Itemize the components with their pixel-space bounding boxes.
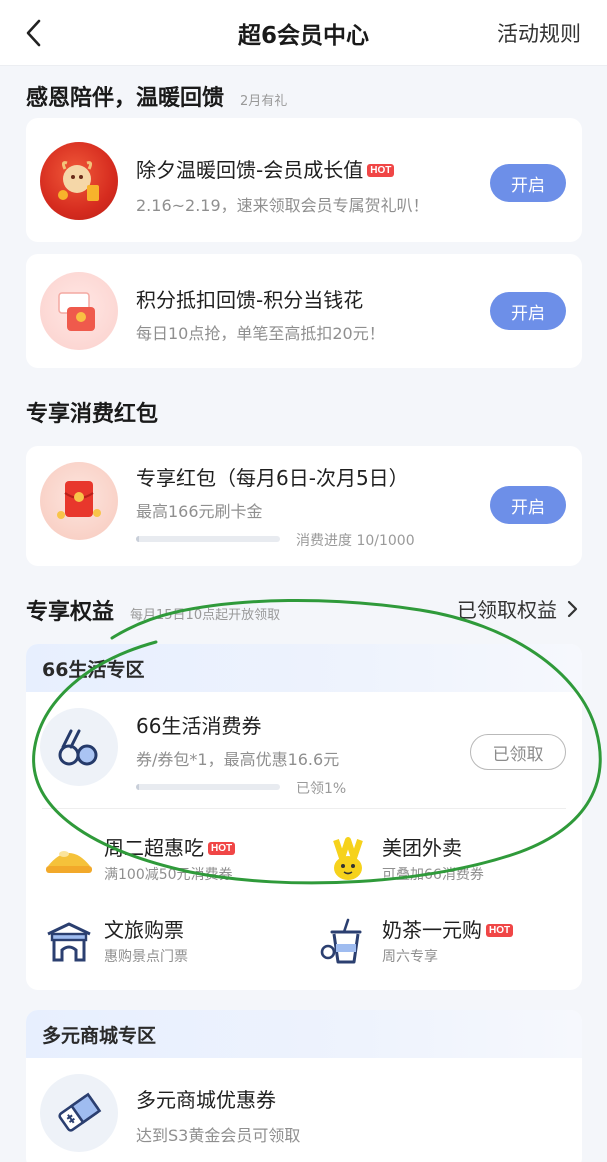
grid-item-title: 周二超惠吃 HOT [104,832,236,861]
open-button[interactable]: 开启 [490,486,566,524]
divider [42,808,566,809]
mall-zone-card: 多元商城专区 多元商城优惠券 达到S3黄金会员可领取 [26,1010,582,1162]
section-subtitle: 2月有礼 [240,94,288,109]
open-button[interactable]: 开启 [490,164,566,202]
food-icon [46,851,92,873]
grid-item-travel-tickets[interactable]: 文旅购票 惠购景点门票 [42,914,302,974]
hot-badge: HOT [208,842,236,855]
grid-item-sub: 惠购景点门票 [104,949,188,965]
milk-tea-icon [320,918,362,964]
coupon-desc: 券/券包*1，最高优惠16.6元 [136,750,340,769]
claimed-button[interactable]: 已领取 [470,734,566,770]
life-66-icon [40,708,118,786]
red-packet-title: 专享红包（每月6日-次月5日） [136,466,409,490]
benefit-card-points: 积分抵扣回馈-积分当钱花 每日10点抢，单笔至高抵扣20元！ 开启 [26,254,582,368]
benefit-desc: 每日10点抢，单笔至高抵扣20元！ [136,324,385,343]
benefit-title-text: 除夕温暖回馈-会员成长值 [136,158,364,182]
red-packet-card: 专享红包（每月6日-次月5日） 最高166元刷卡金 消费进度 10/1000 开… [26,446,582,566]
activity-rules-link[interactable]: 活动规则 [497,18,581,48]
red-packet-desc: 最高166元刷卡金 [136,502,263,521]
grid-item-sub: 满100减50元消费券 [104,867,233,883]
benefit-title: 除夕温暖回馈-会员成长值 HOT [136,154,395,183]
section-title: 专享权益 [26,600,115,625]
grid-item-milk-tea[interactable]: 奶茶一元购 HOT 周六专享 [320,914,580,974]
grid-item-tuesday-food[interactable]: 周二超惠吃 HOT 满100减50元消费券 [42,832,302,892]
back-button[interactable] [22,16,44,50]
section-title: 专享消费红包 [26,402,159,427]
open-button[interactable]: 开启 [490,292,566,330]
temple-icon [47,922,91,962]
grid-item-title-text: 周二超惠吃 [104,836,204,860]
section-header-benefits: 专享权益 每月15日10点起开放领取 [26,594,280,626]
top-bar: 超6会员中心 活动规则 [0,0,607,66]
mall-coupon-desc: 达到S3黄金会员可领取 [136,1126,301,1145]
claim-progress-text: 已领1% [296,781,347,797]
meituan-icon [333,837,363,880]
hot-badge: HOT [367,164,395,177]
grid-item-meituan[interactable]: 美团外卖 可叠加66消费券 [320,832,580,892]
claim-progress-bar [136,784,280,790]
grid-item-sub: 可叠加66消费券 [382,867,484,883]
grid-item-sub: 周六专享 [382,949,438,965]
benefit-card-new-year: 除夕温暖回馈-会员成长值 HOT 2.16~2.19，速来领取会员专属贺礼叭！ 开… [26,118,582,242]
progress-fill [136,784,139,790]
section-subtitle: 每月15日10点起开放领取 [130,608,281,623]
grid-item-title: 奶茶一元购 HOT [382,914,514,943]
section-title: 感恩陪伴，温暖回馈 [26,86,225,111]
hot-badge: HOT [486,924,514,937]
spend-progress-text: 消费进度 10/1000 [296,533,415,549]
benefit-desc: 2.16~2.19，速来领取会员专属贺礼叭！ [136,196,429,215]
spend-progress-bar [136,536,280,542]
zone-header: 66生活专区 [26,644,582,692]
progress-fill [136,536,139,542]
section-header-gratitude: 感恩陪伴，温暖回馈 2月有礼 [26,80,287,112]
red-packet-icon [40,462,118,540]
chevron-left-icon [26,19,41,47]
benefit-title: 积分抵扣回馈-积分当钱花 [136,288,364,312]
grid-item-title-text: 奶茶一元购 [382,918,482,942]
page-title: 超6会员中心 [237,22,369,49]
life-zone-card: 66生活专区 66生活消费券 券/券包*1，最高优惠16.6元 已领1% 已领取… [26,644,582,990]
coupon-title: 66生活消费券 [136,714,262,738]
red-envelope-icon [40,272,118,350]
zone-header: 多元商城专区 [26,1010,582,1058]
grid-item-title: 文旅购票 [104,918,184,942]
red-ox-icon [40,142,118,220]
claimed-benefits-label: 已领取权益 [457,598,557,622]
mall-coupon-title: 多元商城优惠券 [136,1088,276,1112]
chevron-right-icon [567,600,578,617]
section-header-red-packet: 专享消费红包 [26,396,158,428]
grid-item-title: 美团外卖 [382,836,462,860]
claimed-benefits-link[interactable]: 已领取权益 [457,594,579,623]
ticket-icon [40,1074,118,1152]
